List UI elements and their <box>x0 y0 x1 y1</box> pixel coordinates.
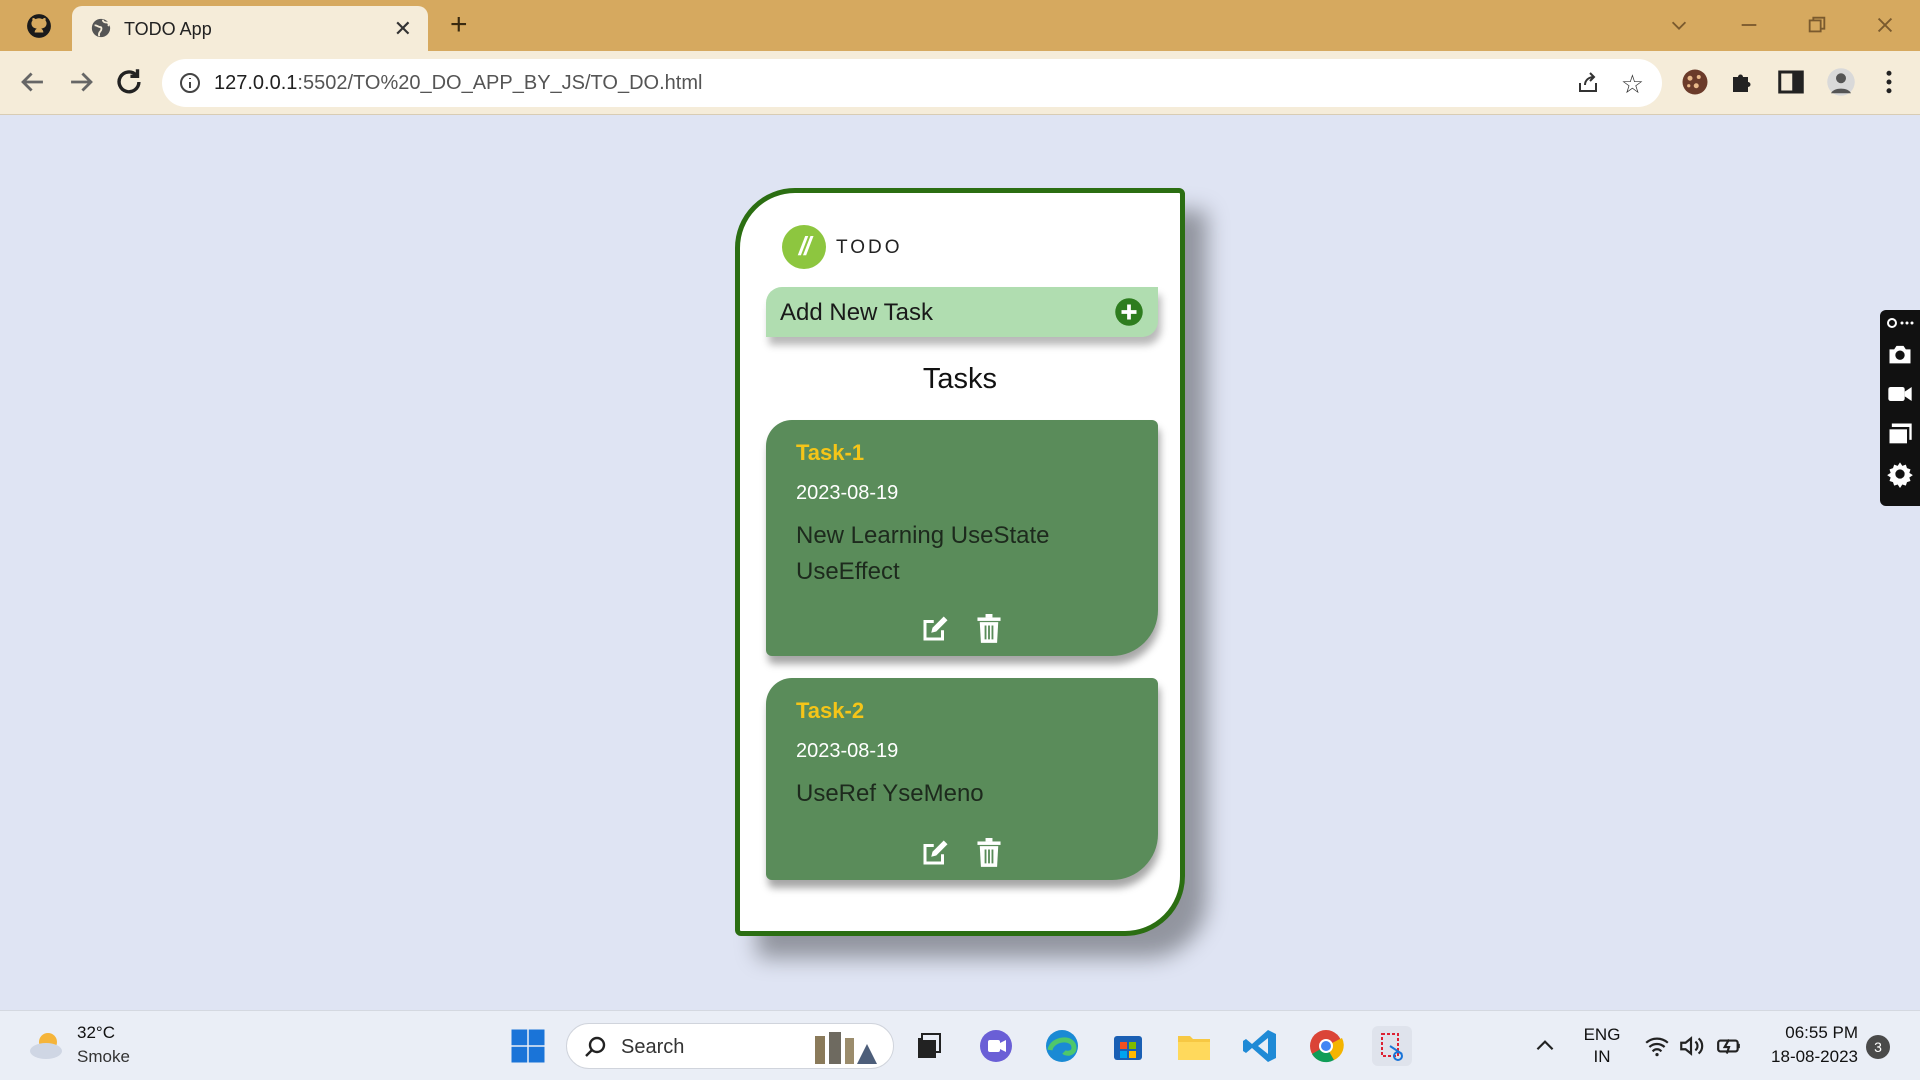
cookie-extension-icon[interactable] <box>1680 67 1710 97</box>
edit-icon[interactable] <box>920 838 950 868</box>
task-name: Task-1 <box>796 440 865 465</box>
forward-arrow-icon[interactable] <box>64 65 98 99</box>
bookmark-star-icon[interactable]: ☆ <box>1621 69 1644 100</box>
close-window-icon[interactable] <box>1874 14 1896 36</box>
add-new-task-button[interactable]: Add New Task <box>766 287 1158 337</box>
task-description: New Learning UseState UseEffect <box>796 522 1050 585</box>
weather-cloud-sun-icon[interactable] <box>28 1029 66 1061</box>
teams-chat-icon[interactable] <box>976 1026 1016 1066</box>
menu-dots-icon[interactable] <box>1874 67 1904 97</box>
task-view-icon[interactable] <box>908 1026 948 1066</box>
file-explorer-icon[interactable] <box>1174 1026 1214 1066</box>
url-text: 127.0.0.1:5502/TO%20_DO_APP_BY_JS/TO_DO.… <box>214 72 702 95</box>
site-info-icon[interactable] <box>178 71 202 95</box>
tab-title: TODO App <box>124 19 212 39</box>
notification-count-badge[interactable]: 3 <box>1866 1035 1890 1059</box>
extensions-puzzle-icon[interactable] <box>1728 67 1758 97</box>
battery-charging-icon[interactable] <box>1716 1033 1742 1059</box>
delete-trash-icon[interactable] <box>976 614 1002 644</box>
task-name: Task-2 <box>796 698 865 723</box>
weather-temperature[interactable]: 32°C <box>77 1023 115 1043</box>
windows-taskbar: 32°C Smoke Search ENG IN 06:55 PM 18-08-… <box>0 1010 1920 1080</box>
vscode-icon[interactable] <box>1240 1026 1280 1066</box>
clock-date[interactable]: 18-08-2023 <box>1752 1047 1858 1067</box>
url-path: :5502/TO%20_DO_APP_BY_JS/TO_DO.html <box>297 72 703 94</box>
task-card: Task-1 2023-08-19 New Learning UseState … <box>766 420 1158 656</box>
capture-side-toolbar <box>1880 310 1920 506</box>
side-panel-icon[interactable] <box>1776 67 1806 97</box>
tab-search-chevron-icon[interactable] <box>1668 14 1690 36</box>
task-card: Task-2 2023-08-19 UseRef YseMeno <box>766 678 1158 880</box>
edge-browser-icon[interactable] <box>1042 1026 1082 1066</box>
show-hidden-icons-chevron-icon[interactable] <box>1532 1033 1558 1059</box>
search-label: Search <box>621 1036 685 1058</box>
share-icon[interactable] <box>1576 71 1600 95</box>
language-indicator-top[interactable]: ENG <box>1582 1025 1622 1045</box>
tab-todo-app[interactable]: TODO App ✕ <box>72 6 428 51</box>
browser-toolbar: 127.0.0.1:5502/TO%20_DO_APP_BY_JS/TO_DO.… <box>0 51 1920 115</box>
wifi-icon[interactable] <box>1644 1033 1670 1059</box>
taskbar-search-box[interactable]: Search <box>566 1023 894 1069</box>
task-date: 2023-08-19 <box>796 740 899 762</box>
github-icon[interactable] <box>26 13 52 39</box>
link-more-icon[interactable] <box>1886 314 1914 332</box>
task-date: 2023-08-19 <box>796 482 899 504</box>
chrome-browser-icon[interactable] <box>1306 1026 1346 1066</box>
camera-icon[interactable] <box>1886 340 1914 368</box>
tasks-heading: Tasks <box>922 363 998 395</box>
snipping-tool-icon[interactable] <box>1372 1026 1412 1066</box>
restore-icon[interactable] <box>1806 14 1828 36</box>
app-title: TODO <box>836 237 903 258</box>
add-task-label: Add New Task <box>780 299 933 326</box>
windows-start-icon[interactable] <box>510 1028 546 1064</box>
window-capture-icon[interactable] <box>1886 420 1914 448</box>
delete-trash-icon[interactable] <box>976 838 1002 868</box>
todo-app-card: // TODO Add New Task Tasks Task-1 2023-0… <box>735 188 1185 936</box>
browser-tab-bar: TODO App ✕ + <box>0 0 1920 51</box>
tab-close-icon[interactable]: ✕ <box>394 16 412 42</box>
reload-icon[interactable] <box>112 65 146 99</box>
back-arrow-icon[interactable] <box>16 65 50 99</box>
new-tab-button[interactable]: + <box>450 8 468 42</box>
url-host: 127.0.0.1 <box>214 72 298 94</box>
settings-gear-icon[interactable] <box>1886 460 1914 488</box>
weather-condition[interactable]: Smoke <box>77 1047 130 1067</box>
search-highlight-illustration <box>815 1032 877 1064</box>
todo-logo-icon: // <box>782 225 826 269</box>
address-bar[interactable]: 127.0.0.1:5502/TO%20_DO_APP_BY_JS/TO_DO.… <box>162 59 1662 107</box>
volume-icon[interactable] <box>1678 1033 1704 1059</box>
edit-icon[interactable] <box>920 614 950 644</box>
globe-icon <box>91 18 111 38</box>
minimize-icon[interactable] <box>1738 14 1760 36</box>
language-indicator-bottom[interactable]: IN <box>1582 1047 1622 1067</box>
profile-avatar[interactable] <box>1826 67 1856 97</box>
microsoft-store-icon[interactable] <box>1108 1026 1148 1066</box>
clock-time[interactable]: 06:55 PM <box>1762 1023 1858 1043</box>
video-camera-icon[interactable] <box>1886 380 1914 408</box>
search-icon <box>585 1036 606 1057</box>
task-description: UseRef YseMeno <box>796 780 984 807</box>
logo-mark: // <box>798 231 811 261</box>
plus-circle-icon[interactable] <box>1114 297 1144 327</box>
